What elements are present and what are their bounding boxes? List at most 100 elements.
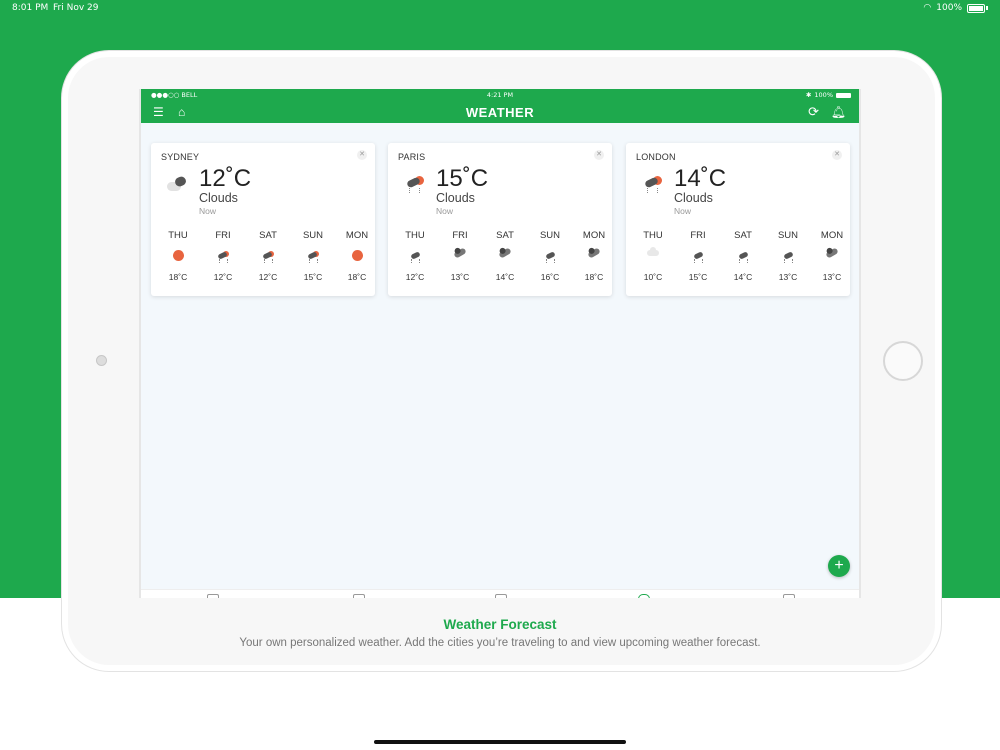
forecast-day-name: SUN	[302, 230, 324, 241]
app-time: 4:21 PM	[486, 91, 514, 99]
forecast-temp: 18˚C	[168, 272, 188, 282]
city-card[interactable]: LONDON ✕ 14˚C Clouds Now THU 10˚C FRI 15˚C SAT 14˚…	[626, 143, 850, 296]
current-when: Now	[199, 206, 217, 216]
bluetooth-icon: ✱	[805, 91, 812, 99]
tab-info-icon[interactable]	[783, 594, 795, 598]
rain-icon	[781, 250, 795, 264]
device-status-right: ◠ 100%	[923, 3, 988, 13]
add-city-button[interactable]: +	[828, 555, 850, 577]
current-when: Now	[674, 206, 692, 216]
forecast-day-name: THU	[643, 230, 663, 241]
tab-weather-icon[interactable]	[638, 594, 650, 598]
rain-icon	[736, 250, 750, 264]
forecast-day: SAT 12˚C	[246, 230, 290, 282]
forecast-day: SUN 16˚C	[528, 230, 572, 282]
page-title: WEATHER	[465, 105, 535, 120]
current-temp: 14˚C	[674, 165, 727, 192]
sun-shower-icon	[261, 250, 275, 264]
city-card[interactable]: SYDNEY ✕ 12˚C Clouds Now THU 18˚C FRI 12˚C SAT 12˚…	[151, 143, 375, 296]
home-indicator	[374, 740, 626, 744]
forecast-day: THU 10˚C	[631, 230, 675, 282]
forecast-day-name: MON	[345, 230, 369, 241]
app-battery-percent: 100%	[814, 91, 833, 99]
city-card[interactable]: PARIS ✕ 15˚C Clouds Now THU 12˚C FRI 13˚C SAT 14˚C…	[388, 143, 612, 296]
forecast-day-name: FRI	[215, 230, 231, 241]
forecast-day: FRI 15˚C	[676, 230, 720, 282]
rain-icon	[408, 250, 422, 264]
forecast-day-name: SAT	[259, 230, 277, 241]
forecast-temp: 16˚C	[540, 272, 560, 282]
sun-shower-icon	[642, 176, 664, 194]
home-button[interactable]	[883, 341, 923, 381]
app-screen: ●●●○○ BELL 4:21 PM ✱ 100% ☰ ⌂ WEATHER ⟳ …	[139, 89, 861, 598]
forecast-day: FRI 13˚C	[438, 230, 482, 282]
close-icon[interactable]: ✕	[832, 150, 842, 160]
forecast-temp: 10˚C	[643, 272, 663, 282]
forecast-row: THU 10˚C FRI 15˚C SAT 14˚C SUN 13˚C MON 13˚C	[626, 230, 850, 290]
cloud-icon	[646, 247, 660, 264]
current-temp: 12˚C	[199, 165, 252, 192]
current-temp: 15˚C	[436, 165, 489, 192]
battery-tip-icon	[986, 6, 988, 10]
app-battery: ✱ 100%	[806, 91, 851, 99]
forecast-day-name: SUN	[539, 230, 561, 241]
forecast-day-name: MON	[820, 230, 844, 241]
forecast-day: MON 13˚C	[810, 230, 854, 282]
device-status-bar: 8:01 PM Fri Nov 29 ◠ 100%	[0, 0, 1000, 18]
close-icon[interactable]: ✕	[594, 150, 604, 160]
tab-bar	[141, 589, 859, 598]
forecast-day: SAT 14˚C	[483, 230, 527, 282]
app-header: ●●●○○ BELL 4:21 PM ✱ 100% ☰ ⌂ WEATHER ⟳ …	[141, 89, 859, 123]
app-status-bar: ●●●○○ BELL 4:21 PM ✱ 100%	[141, 91, 859, 101]
sun-shower-icon	[216, 250, 230, 264]
rain-icon	[543, 250, 557, 264]
wifi-icon: ◠	[923, 3, 932, 13]
tab-mail-icon[interactable]	[495, 594, 507, 598]
forecast-temp: 14˚C	[495, 272, 515, 282]
forecast-day-name: SAT	[734, 230, 752, 241]
forecast-temp: 18˚C	[584, 272, 604, 282]
current-when: Now	[436, 206, 454, 216]
battery-icon	[967, 3, 985, 13]
forecast-temp: 18˚C	[347, 272, 367, 282]
forecast-day: FRI 12˚C	[201, 230, 245, 282]
city-name: SYDNEY	[161, 152, 200, 162]
forecast-temp: 12˚C	[405, 272, 425, 282]
dark-cloud-icon	[825, 247, 839, 264]
current-condition: Clouds	[674, 191, 713, 205]
tab-notes-icon[interactable]	[207, 594, 219, 598]
dark-cloud-icon	[587, 247, 601, 264]
forecast-day-name: THU	[168, 230, 188, 241]
bell-icon[interactable]: 🔔︎	[831, 106, 846, 118]
app-battery-icon	[836, 92, 851, 98]
forecast-temp: 13˚C	[450, 272, 470, 282]
forecast-day-name: FRI	[690, 230, 706, 241]
forecast-day: MON 18˚C	[572, 230, 616, 282]
caption-title: Weather Forecast	[443, 617, 557, 632]
sun-icon	[350, 250, 364, 264]
close-icon[interactable]: ✕	[357, 150, 367, 160]
sun-shower-icon	[306, 250, 320, 264]
forecast-row: THU 12˚C FRI 13˚C SAT 14˚C SUN 16˚C MON 18˚C	[388, 230, 612, 290]
current-condition: Clouds	[436, 191, 475, 205]
forecast-day: SUN 13˚C	[766, 230, 810, 282]
forecast-temp: 12˚C	[258, 272, 278, 282]
battery-percent: 100%	[936, 3, 962, 13]
tab-calendar-icon[interactable]	[353, 594, 365, 598]
forecast-day: MON 18˚C	[335, 230, 379, 282]
forecast-day-name: MON	[582, 230, 606, 241]
refresh-icon[interactable]: ⟳	[808, 105, 819, 118]
forecast-day-name: SAT	[496, 230, 514, 241]
device-date: Fri Nov 29	[53, 3, 99, 13]
current-condition: Clouds	[199, 191, 238, 205]
forecast-temp: 15˚C	[688, 272, 708, 282]
city-cards: SYDNEY ✕ 12˚C Clouds Now THU 18˚C FRI 12˚C SAT 12˚…	[151, 143, 853, 298]
forecast-day-name: FRI	[452, 230, 468, 241]
forecast-day: SAT 14˚C	[721, 230, 765, 282]
camera-icon	[96, 355, 107, 366]
forecast-day-name: THU	[405, 230, 425, 241]
forecast-day: THU 12˚C	[393, 230, 437, 282]
city-name: PARIS	[398, 152, 426, 162]
forecast-day-name: SUN	[777, 230, 799, 241]
city-name: LONDON	[636, 152, 676, 162]
